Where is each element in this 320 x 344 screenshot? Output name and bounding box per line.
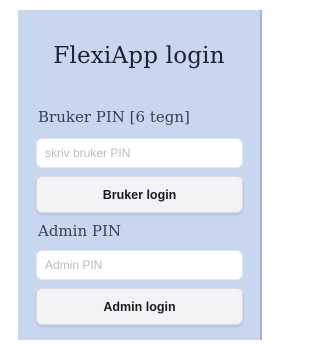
admin-login-button-label: Admin login [103, 299, 176, 314]
admin-pin-label: Admin PIN [38, 222, 122, 240]
login-panel: FlexiApp login Bruker PIN [6 tegn] Bruke… [18, 10, 262, 340]
user-pin-label: Bruker PIN [6 tegn] [38, 108, 190, 126]
admin-login-button[interactable]: Admin login [36, 288, 243, 325]
page-title: FlexiApp login [53, 43, 225, 69]
user-pin-input[interactable] [36, 138, 243, 168]
user-login-button-label: Bruker login [102, 187, 177, 202]
admin-pin-input[interactable] [36, 250, 243, 280]
user-login-button[interactable]: Bruker login [36, 176, 243, 213]
